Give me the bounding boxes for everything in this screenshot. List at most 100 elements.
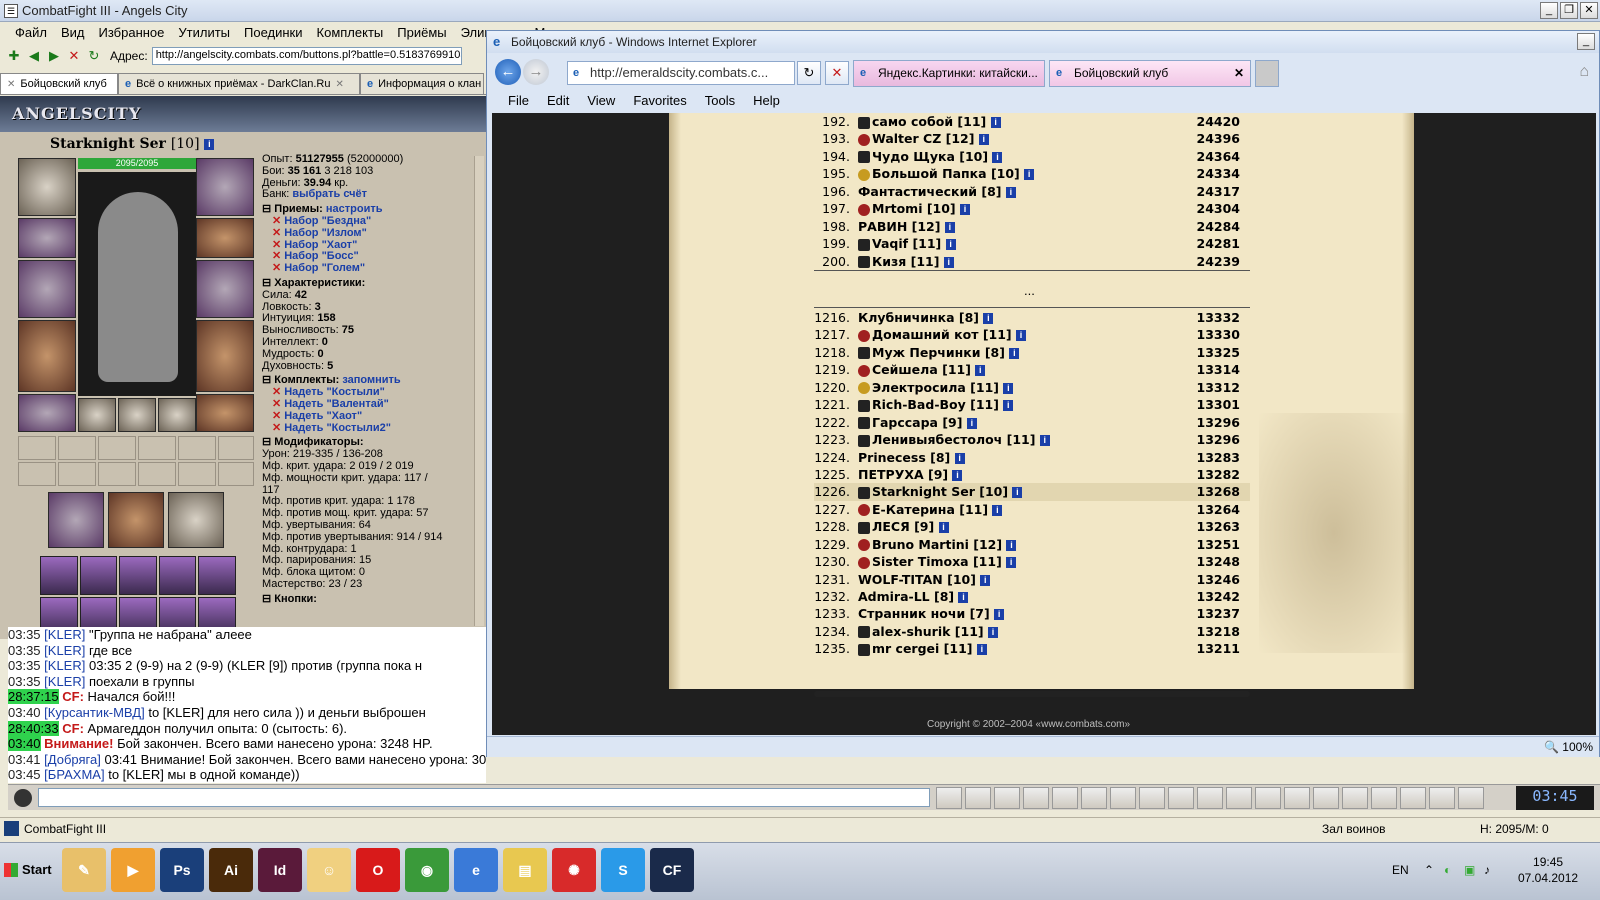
chat-smiley-icon[interactable] [1139,787,1165,809]
empty-slot[interactable] [138,462,176,486]
info-icon[interactable]: i [944,221,955,233]
gloves-slot[interactable] [196,218,254,258]
player-name[interactable]: Е-Катерина [11] i [858,501,1003,518]
info-icon[interactable]: i [204,138,215,150]
close-tab-icon[interactable]: ✕ [1234,61,1244,86]
clan-icon[interactable] [858,504,870,517]
ie-tab-fight-club[interactable]: e Бойцовский клуб ✕ [1049,60,1251,87]
clan-icon[interactable] [858,382,870,395]
earrings-slot[interactable] [196,158,254,216]
taskbar-app-icon[interactable]: Ai [209,848,253,892]
info-icon[interactable]: i [938,522,949,534]
info-icon[interactable]: i [1005,186,1016,198]
set-item[interactable]: ✕ Надеть "Костыли" [262,387,484,399]
technique-item[interactable]: ✕ Набор "Голем" [262,263,484,275]
clan-icon[interactable] [858,399,870,412]
empty-slot[interactable] [178,436,216,460]
player-name[interactable]: Чудо Щука [10] i [858,148,1003,165]
info-icon[interactable]: i [1006,557,1017,569]
game-scrollbar[interactable] [474,156,484,626]
chat-nick[interactable]: CF: [62,689,84,704]
ability-slot[interactable] [158,556,197,595]
player-name[interactable]: Гарссара [9] i [858,414,977,431]
clan-icon[interactable] [858,329,870,342]
bag-slot-1[interactable] [48,492,104,548]
ie-address-input[interactable]: e http://emeraldscity.combats.c... [567,61,795,85]
info-icon[interactable]: i [954,452,965,464]
info-icon[interactable]: i [960,204,971,216]
ie-menu-file[interactable]: File [499,91,538,111]
info-icon[interactable]: i [990,117,1001,128]
chat-tool-icon[interactable] [1371,787,1397,809]
set-item[interactable]: ✕ Надеть "Хаот" [262,411,484,423]
info-icon[interactable]: i [987,626,998,638]
offhand-slot[interactable] [196,260,254,318]
info-icon[interactable]: i [1003,382,1014,394]
back-icon[interactable]: ◀ [26,48,42,64]
chat-tool-icon[interactable] [1342,787,1368,809]
clan-icon[interactable] [858,556,870,569]
menu-view[interactable]: Вид [54,23,92,43]
chat-send-icon[interactable] [936,787,962,809]
ie-zoom-level[interactable]: 🔍 100% [1544,740,1593,754]
player-name[interactable]: mr cergei [11] i [858,640,987,657]
ability-slot[interactable] [198,556,236,595]
ie-refresh-icon[interactable]: ↻ [797,61,821,85]
ring-slot-2[interactable] [118,398,156,432]
tray-volume-icon[interactable]: ♪ [1484,863,1490,877]
minimize-button[interactable]: _ [1540,2,1558,19]
ie-menu-edit[interactable]: Edit [538,91,578,111]
chat-tool-icon[interactable] [1313,787,1339,809]
player-name[interactable]: ПЕТРУХА [9] i [858,466,963,483]
info-icon[interactable]: i [943,256,954,268]
player-name[interactable]: Домашний кот [11] i [858,326,1027,343]
info-icon[interactable]: i [992,151,1003,163]
player-name[interactable]: Mrtomi [10] i [858,200,971,217]
taskbar-app-icon[interactable]: ✎ [62,848,106,892]
set-item[interactable]: ✕ Надеть "Валентай" [262,399,484,411]
cf-tab-fight-club[interactable]: ✕ Бойцовский клуб [0,73,118,94]
chat-users-icon[interactable] [1052,787,1078,809]
helmet-slot[interactable] [18,158,76,216]
chat-nick[interactable]: [KLER] [44,627,85,642]
boots-slot[interactable] [196,394,254,432]
info-icon[interactable]: i [1039,435,1050,447]
info-icon[interactable]: i [980,574,991,586]
ie-menu-tools[interactable]: Tools [696,91,744,111]
player-name[interactable]: Фантастический [8] i [858,183,1016,200]
player-name[interactable]: Клубничинка [8] i [858,309,994,326]
chat-input[interactable] [38,788,930,807]
chat-nick[interactable]: [KLER] [44,674,85,689]
info-icon[interactable]: i [1006,539,1017,551]
clan-icon[interactable] [858,256,870,268]
info-icon[interactable]: i [978,134,989,146]
chat-translit-icon[interactable] [1081,787,1107,809]
menu-file[interactable]: Файл [8,23,54,43]
clan-icon[interactable] [858,626,870,639]
chat-tool-icon[interactable] [1400,787,1426,809]
chat-nick[interactable]: CF: [62,721,84,736]
player-name[interactable]: Сейшела [11] i [858,361,986,378]
tray-network-icon[interactable]: ◐ [1444,863,1451,877]
info-icon[interactable]: i [1024,169,1035,181]
info-icon[interactable]: i [983,313,994,324]
bag-slot-2[interactable] [108,492,164,548]
chat-sound-icon[interactable] [1110,787,1136,809]
empty-slot[interactable] [218,436,254,460]
info-icon[interactable]: i [1003,400,1014,412]
clan-icon[interactable] [858,521,870,534]
ability-slot[interactable] [119,556,157,595]
player-name[interactable]: Sister Timoxa [11] i [858,553,1017,570]
taskbar-app-icon[interactable]: O [356,848,400,892]
chat-nick[interactable]: [Курсантик-МВД] [44,705,145,720]
taskbar-app-icon[interactable]: CF [650,848,694,892]
chat-tool-icon[interactable] [1429,787,1455,809]
clan-icon[interactable] [858,417,870,430]
tray-expand-icon[interactable]: ⌃ [1424,863,1434,877]
chat-tool-icon[interactable] [1226,787,1252,809]
bracers-slot[interactable] [18,218,76,258]
ie-menu-favorites[interactable]: Favorites [624,91,695,111]
info-icon[interactable]: i [1009,347,1020,359]
info-icon[interactable]: i [992,504,1003,516]
empty-slot[interactable] [18,462,56,486]
